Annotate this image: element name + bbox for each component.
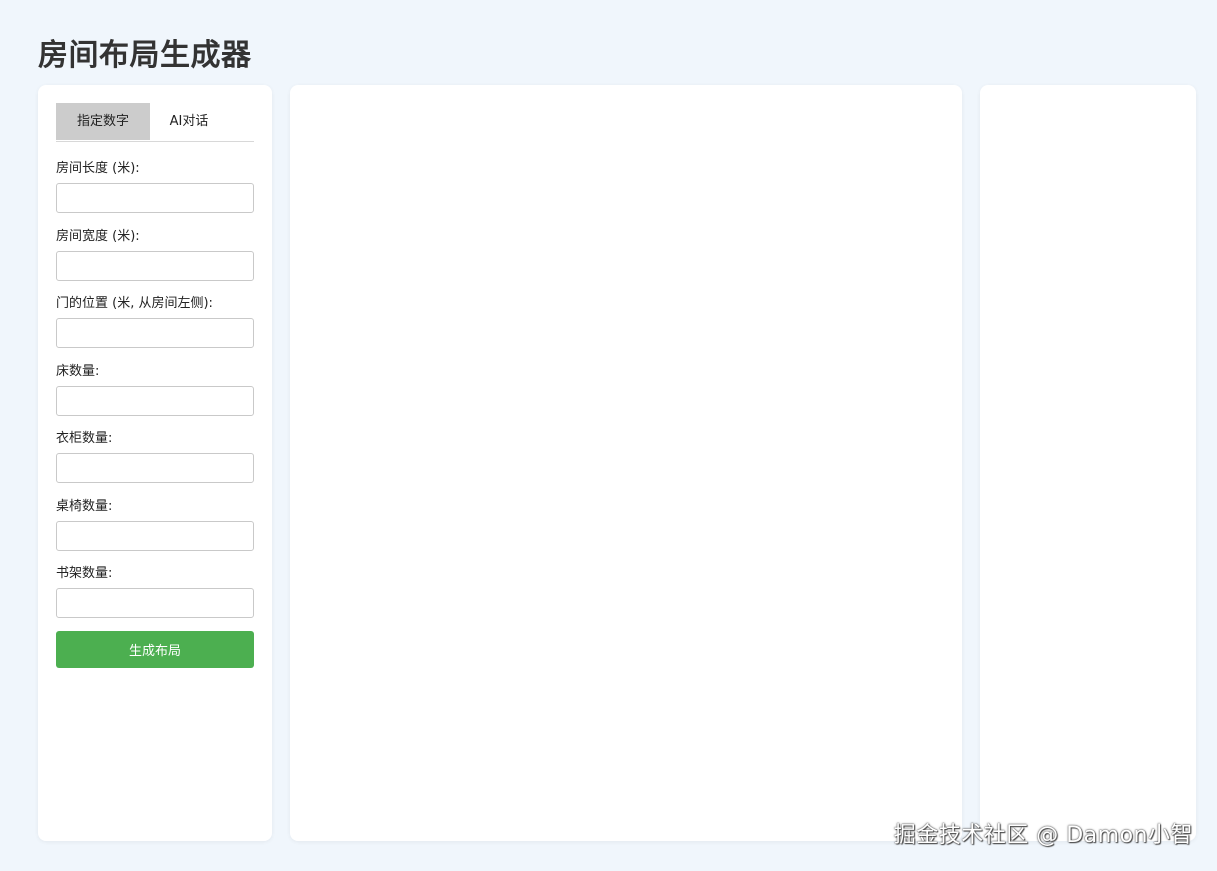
result-panel <box>980 85 1196 841</box>
bookshelf-count-input[interactable] <box>56 588 254 618</box>
door-position-input[interactable] <box>56 318 254 348</box>
bookshelf-count-label: 书架数量: <box>56 566 113 581</box>
page-title: 房间布局生成器 <box>38 38 252 73</box>
room-width-input[interactable] <box>56 250 254 281</box>
desk-chair-count-input[interactable] <box>56 520 254 551</box>
tab-specify-numbers[interactable]: 指定数字 <box>56 103 150 140</box>
generate-layout-button[interactable]: 生成布局 <box>56 631 254 668</box>
layout-form: 房间长度 (米): 房间宽度 (米): 门的位置 (米, 从房间左侧): 床数量… <box>56 159 254 632</box>
desk-chair-count-label: 桌椅数量: <box>56 498 113 514</box>
door-position-label: 门的位置 (米, 从房间左侧): <box>56 296 213 311</box>
wardrobe-count-input[interactable] <box>56 453 254 483</box>
tab-bar: 指定数字 AI对话 <box>56 103 254 142</box>
desk-chair-count-field: 桌椅数量: <box>56 497 254 556</box>
watermark: 掘金技术社区 @ Damon小智 <box>893 823 1193 848</box>
control-panel: 指定数字 AI对话 房间长度 (米): 房间宽度 (米): 门的位置 (米, 从… <box>38 85 272 841</box>
layout-canvas-panel <box>290 85 962 841</box>
bed-count-input[interactable] <box>56 385 254 416</box>
bed-count-field: 床数量: <box>56 362 254 421</box>
room-length-input[interactable] <box>56 183 254 213</box>
wardrobe-count-field: 衣柜数量: <box>56 429 254 488</box>
door-position-field: 门的位置 (米, 从房间左侧): <box>56 294 254 353</box>
room-length-label: 房间长度 (米): <box>56 161 140 176</box>
room-length-field: 房间长度 (米): <box>56 159 254 218</box>
room-width-label: 房间宽度 (米): <box>56 228 140 244</box>
wardrobe-count-label: 衣柜数量: <box>56 431 113 446</box>
bookshelf-count-field: 书架数量: <box>56 564 254 623</box>
bed-count-label: 床数量: <box>56 363 100 379</box>
tab-ai-chat[interactable]: AI对话 <box>150 103 228 140</box>
room-width-field: 房间宽度 (米): <box>56 227 254 286</box>
